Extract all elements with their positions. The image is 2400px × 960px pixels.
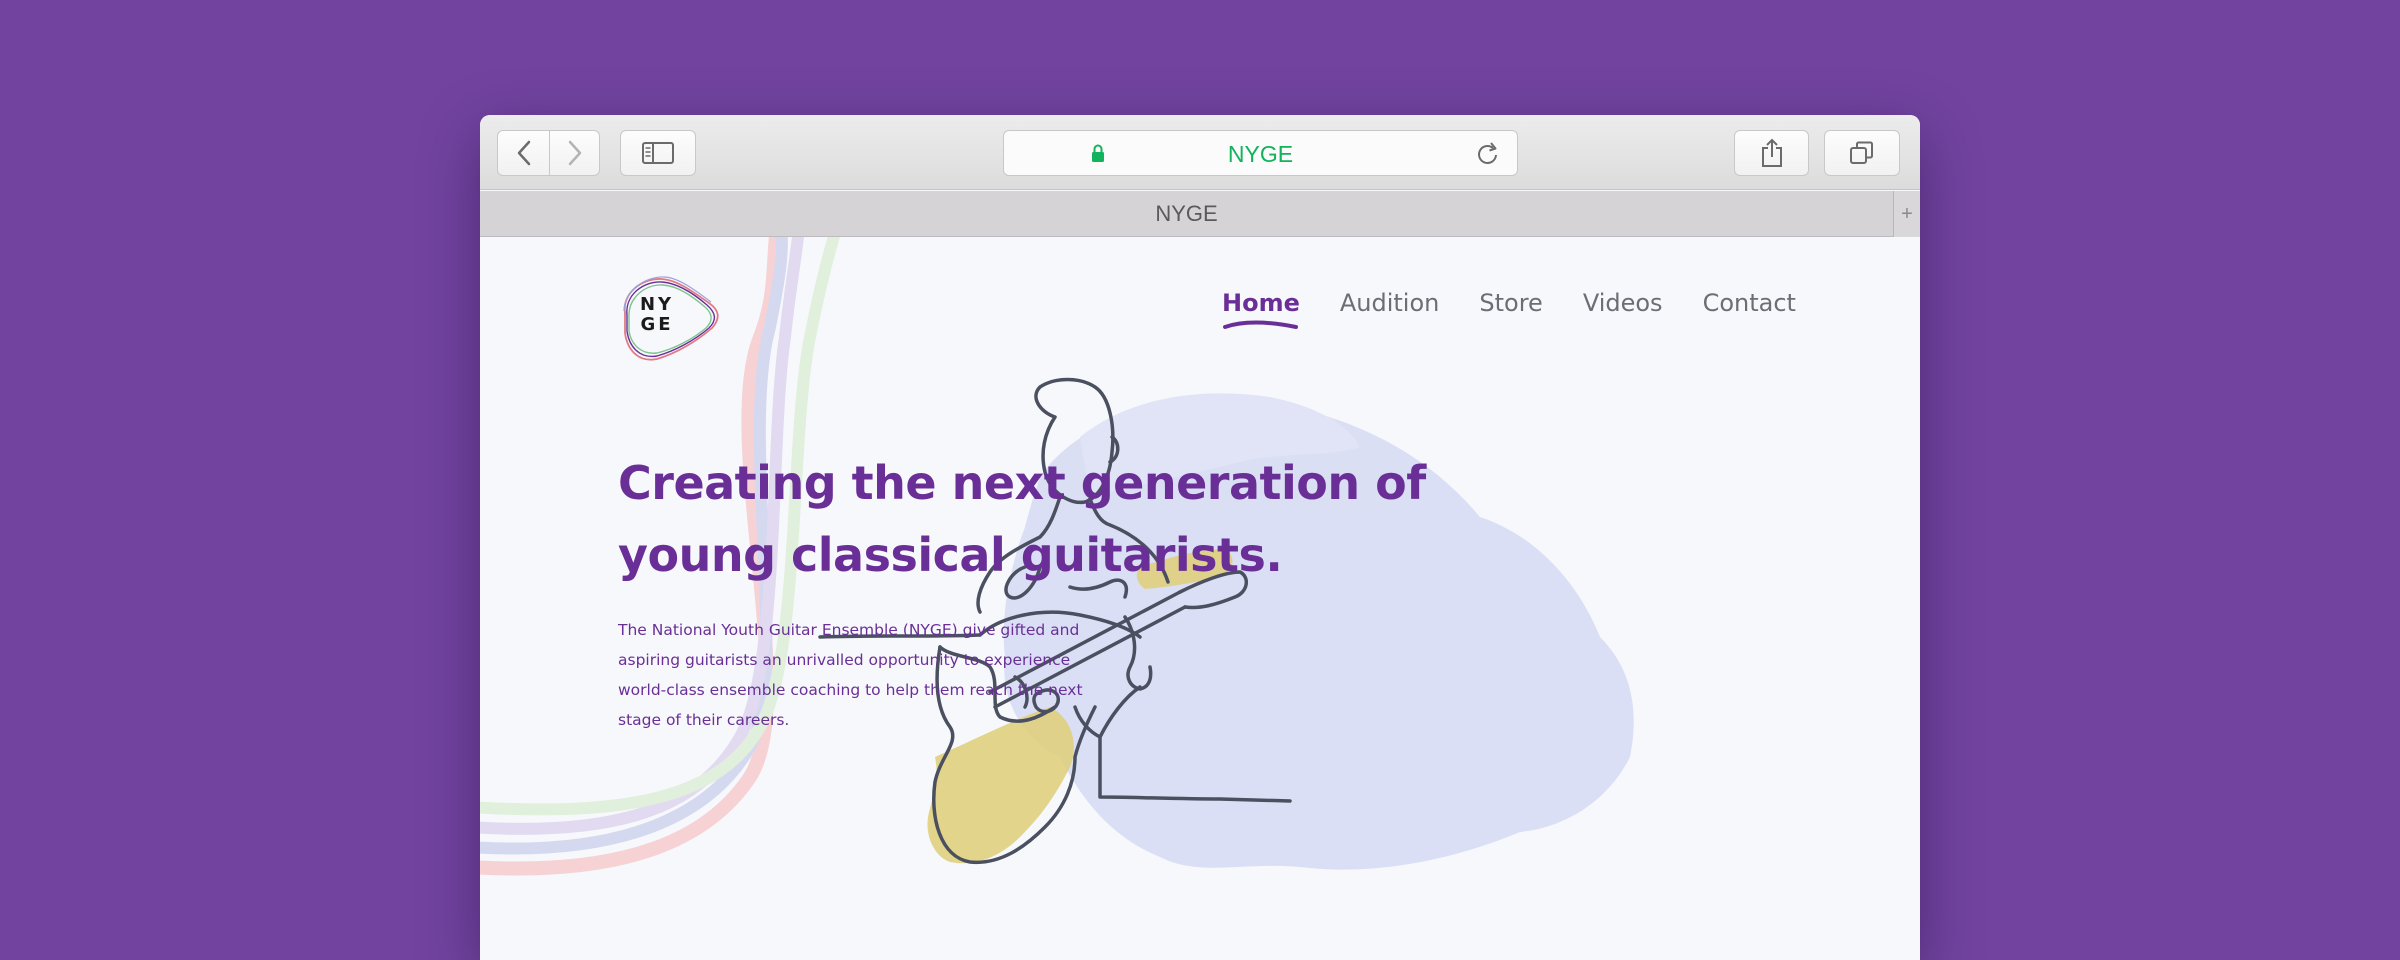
share-icon (1761, 138, 1782, 167)
nav-item-store[interactable]: Store (1479, 289, 1542, 317)
browser-window: NYGE NYGE + NY GE Home Audition Store Vi… (480, 115, 1920, 960)
main-nav: Home Audition Store Videos Contact (1222, 289, 1796, 317)
web-page: NY GE Home Audition Store Videos Contact … (480, 237, 1920, 960)
forward-button[interactable] (550, 130, 600, 176)
nyge-logo[interactable]: NY GE (617, 273, 727, 363)
back-button[interactable] (497, 130, 550, 176)
sidebar-icon (642, 142, 674, 164)
nav-item-audition[interactable]: Audition (1340, 289, 1440, 317)
share-button[interactable] (1734, 130, 1809, 176)
show-tabs-button[interactable] (1824, 130, 1900, 176)
nav-item-contact[interactable]: Contact (1703, 289, 1796, 317)
sidebar-toggle-button[interactable] (620, 130, 696, 176)
browser-toolbar: NYGE (480, 115, 1920, 190)
new-tab-button[interactable]: + (1893, 191, 1920, 237)
reload-icon[interactable] (1474, 140, 1502, 168)
chevron-right-icon (568, 140, 581, 166)
chevron-left-icon (517, 140, 530, 166)
address-text: NYGE (1227, 141, 1294, 167)
nav-item-home[interactable]: Home (1222, 289, 1300, 317)
address-bar[interactable]: NYGE (1003, 130, 1518, 176)
logo-text: NY GE (639, 294, 675, 335)
hero-intro: The National Youth Guitar Ensemble (NYGE… (618, 621, 1083, 729)
nav-item-videos[interactable]: Videos (1583, 289, 1663, 317)
active-nav-underline (1223, 320, 1298, 329)
tab-title[interactable]: NYGE (480, 191, 1893, 237)
tabs-icon (1850, 141, 1873, 164)
hero-headline: Creating the next generation of young cl… (618, 456, 1426, 582)
tab-bar: NYGE + (480, 191, 1920, 237)
